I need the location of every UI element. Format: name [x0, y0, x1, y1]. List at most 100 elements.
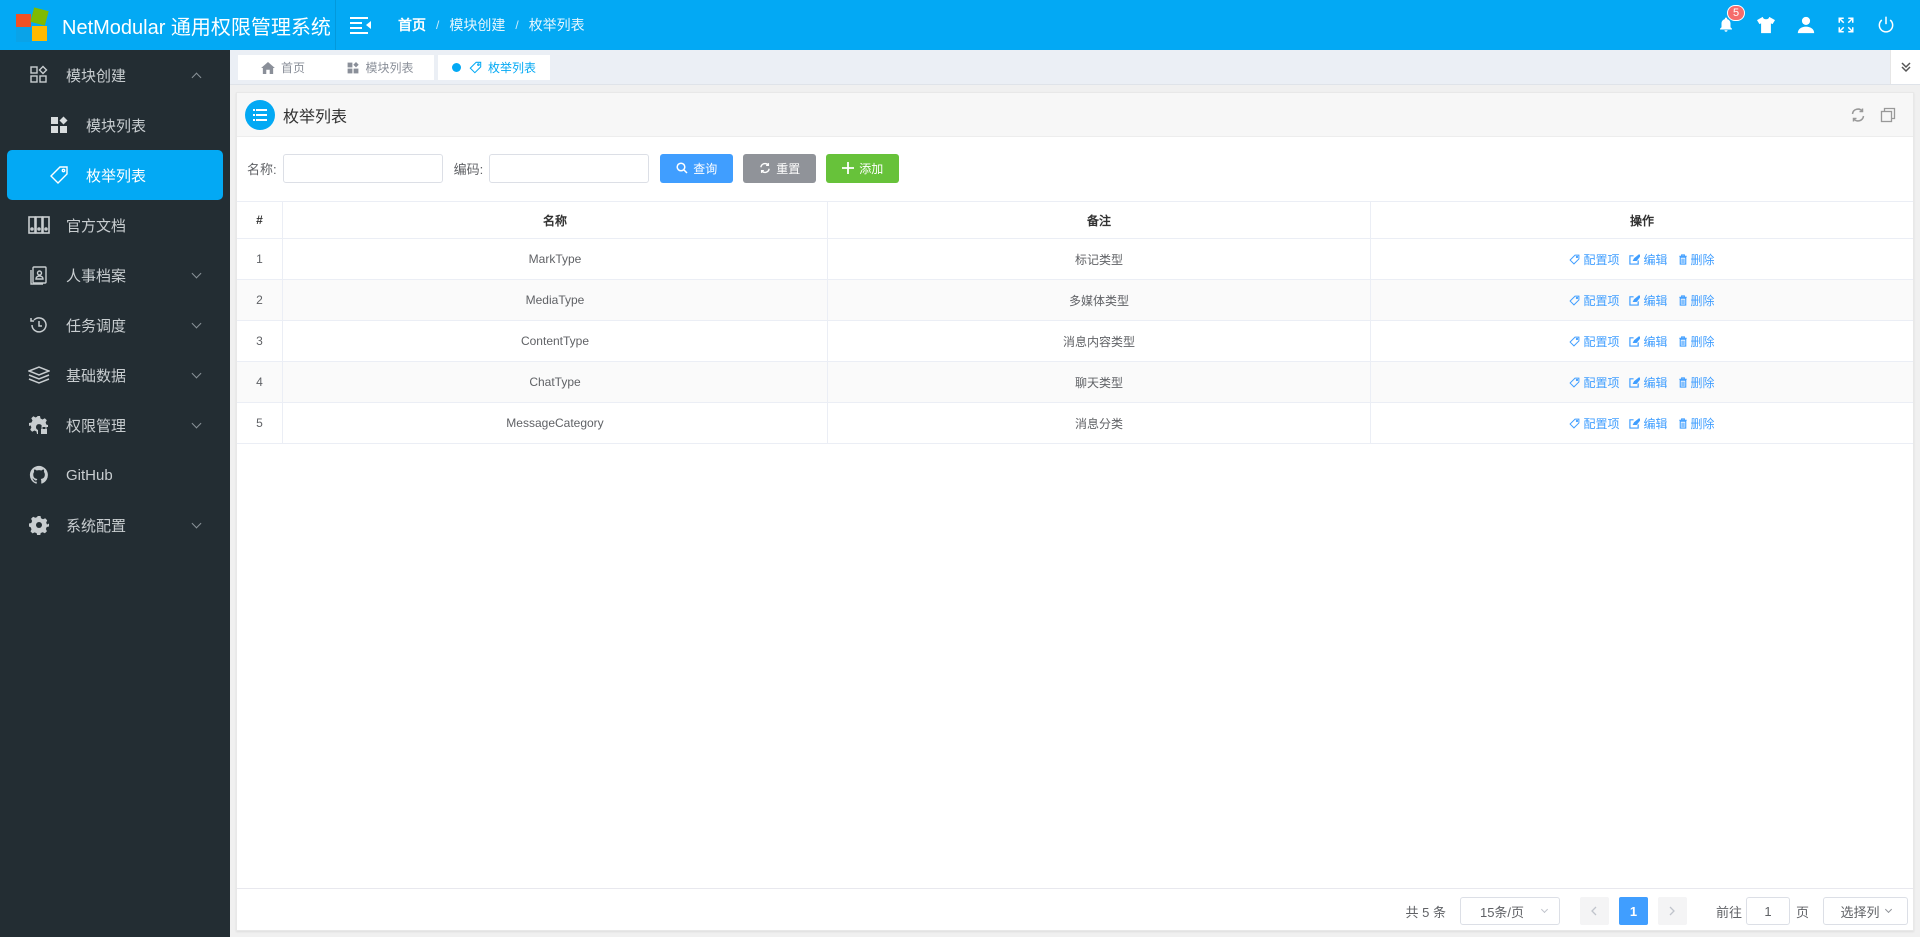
- table-row: 1 MarkType 标记类型 配置项 编辑 删除: [237, 239, 1913, 280]
- fullscreen-button[interactable]: [1826, 0, 1866, 50]
- sidebar-item-task-scheduling[interactable]: 任务调度: [0, 300, 230, 350]
- skin-button[interactable]: [1746, 0, 1786, 50]
- refresh-icon: [1851, 107, 1865, 122]
- sidebar-item-label: 人事档案: [66, 267, 127, 285]
- notification-button[interactable]: 5: [1706, 0, 1746, 50]
- config-items-link[interactable]: 配置项: [1569, 333, 1619, 350]
- chevron-right-icon: [1670, 906, 1676, 916]
- config-items-label: 配置项: [1583, 334, 1620, 349]
- tag-icon: [1569, 254, 1583, 265]
- sidebar-item-label: 枚举列表: [86, 167, 147, 185]
- fullscreen-card-button[interactable]: [1873, 100, 1903, 130]
- tab-home[interactable]: 首页: [238, 55, 328, 80]
- chevron-left-icon: [1591, 906, 1597, 916]
- sidebar-item-github[interactable]: GitHub: [0, 450, 230, 500]
- delete-label: 删除: [1690, 416, 1715, 431]
- edit-label: 编辑: [1643, 375, 1668, 390]
- cell-actions: 配置项 编辑 删除: [1371, 403, 1913, 443]
- tabs-more-button[interactable]: [1890, 50, 1920, 84]
- reset-button[interactable]: 重置: [743, 153, 817, 183]
- edit-label: 编辑: [1643, 334, 1668, 349]
- config-items-label: 配置项: [1583, 375, 1620, 390]
- column-select-button[interactable]: 选择列: [1823, 897, 1908, 925]
- sidebar-toggle-icon[interactable]: [350, 16, 372, 34]
- config-items-link[interactable]: 配置项: [1569, 415, 1619, 432]
- sidebar-item-personnel[interactable]: 人事档案: [0, 250, 230, 300]
- table-row: 5 MessageCategory 消息分类 配置项 编辑 删除: [237, 403, 1913, 444]
- sidebar-item-module-list[interactable]: 模块列表: [0, 100, 230, 150]
- cell-remarks: 聊天类型: [828, 362, 1371, 402]
- sidebar-item-official-docs[interactable]: 官方文档: [0, 200, 230, 250]
- tag-icon: [1569, 418, 1583, 429]
- edit-link[interactable]: 编辑: [1629, 333, 1668, 350]
- table-row: 4 ChatType 聊天类型 配置项 编辑 删除: [237, 362, 1913, 403]
- user-button[interactable]: [1786, 0, 1826, 50]
- edit-link[interactable]: 编辑: [1629, 251, 1668, 268]
- trash-icon: [1678, 376, 1691, 388]
- tab-module-list[interactable]: 模块列表: [327, 55, 434, 80]
- prev-page-button[interactable]: [1579, 897, 1609, 925]
- page-size-select[interactable]: 15条/页: [1459, 897, 1560, 925]
- chevron-down-icon: [191, 368, 202, 379]
- sidebar-item-label: GitHub: [66, 466, 113, 484]
- chevron-down-icon: [1884, 905, 1892, 914]
- next-page-button[interactable]: [1657, 897, 1687, 925]
- name-label: 名称:: [247, 161, 277, 177]
- tag-icon: [1569, 336, 1583, 347]
- sidebar-item-basic-data[interactable]: 基础数据: [0, 350, 230, 400]
- edit-icon: [1629, 253, 1643, 265]
- breadcrumb-item-enum-list: 枚举列表: [528, 17, 585, 33]
- cell-name: MediaType: [283, 280, 828, 320]
- pagination: 共 5 条 15条/页 1 前往 页 选择列: [1406, 897, 1908, 925]
- sidebar-item-label: 任务调度: [66, 317, 127, 335]
- config-items-link[interactable]: 配置项: [1569, 292, 1619, 309]
- filter-form: 名称: 编码: 查询 重置 添加: [247, 153, 909, 183]
- cell-index: 1: [237, 239, 283, 279]
- edit-link[interactable]: 编辑: [1629, 415, 1668, 432]
- chevron-down-icon: [191, 418, 202, 429]
- logo-area: NetModular 通用权限管理系统: [0, 0, 336, 50]
- goto-page-input[interactable]: [1745, 897, 1790, 925]
- delete-link[interactable]: 删除: [1678, 333, 1715, 350]
- refresh-button[interactable]: [1843, 100, 1873, 130]
- trash-icon: [1678, 253, 1691, 265]
- code-label: 编码:: [453, 161, 484, 177]
- name-input[interactable]: [282, 153, 443, 183]
- table-header-row: # 名称 备注 操作: [237, 202, 1913, 239]
- table-body: 1 MarkType 标记类型 配置项 编辑 删除 2 MediaType 多媒体类型 配置项 编辑…: [237, 239, 1913, 444]
- add-button[interactable]: 添加: [826, 153, 900, 183]
- code-input[interactable]: [489, 153, 650, 183]
- cell-remarks: 消息分类: [828, 403, 1371, 443]
- config-items-link[interactable]: 配置项: [1569, 251, 1619, 268]
- logo-icon: [14, 7, 50, 42]
- delete-link[interactable]: 删除: [1678, 374, 1715, 391]
- cell-name: MessageCategory: [283, 403, 828, 443]
- page-number-button[interactable]: 1: [1618, 897, 1648, 925]
- logout-button[interactable]: [1866, 0, 1906, 50]
- tab-label: 枚举列表: [487, 61, 536, 75]
- sidebar-item-enum-list[interactable]: 枚举列表: [7, 150, 223, 200]
- tab-enum-list[interactable]: 枚举列表: [438, 55, 550, 80]
- sidebar-item-module-create[interactable]: 模块创建: [0, 50, 230, 100]
- header-toolbar: 5: [1706, 0, 1920, 50]
- config-items-link[interactable]: 配置项: [1569, 374, 1619, 391]
- chevron-down-icon: [191, 518, 202, 529]
- sidebar-item-permissions[interactable]: 权限管理: [0, 400, 230, 450]
- query-button[interactable]: 查询: [660, 153, 734, 183]
- trash-icon: [1678, 335, 1691, 347]
- cell-actions: 配置项 编辑 删除: [1371, 239, 1913, 279]
- add-button-label: 添加: [859, 161, 884, 176]
- sidebar-item-system-config[interactable]: 系统配置: [0, 500, 230, 550]
- column-header-remarks: 备注: [828, 202, 1371, 238]
- cell-remarks: 消息内容类型: [828, 321, 1371, 361]
- delete-link[interactable]: 删除: [1678, 251, 1715, 268]
- submenu-module-create: 模块列表 枚举列表: [0, 100, 230, 200]
- edit-link[interactable]: 编辑: [1629, 292, 1668, 309]
- delete-link[interactable]: 删除: [1678, 292, 1715, 309]
- delete-link[interactable]: 删除: [1678, 415, 1715, 432]
- edit-link[interactable]: 编辑: [1629, 374, 1668, 391]
- search-icon: [676, 162, 688, 174]
- breadcrumb-item-home[interactable]: 首页: [398, 15, 426, 35]
- cell-name: ContentType: [283, 321, 828, 361]
- module-list-icon: [48, 114, 70, 136]
